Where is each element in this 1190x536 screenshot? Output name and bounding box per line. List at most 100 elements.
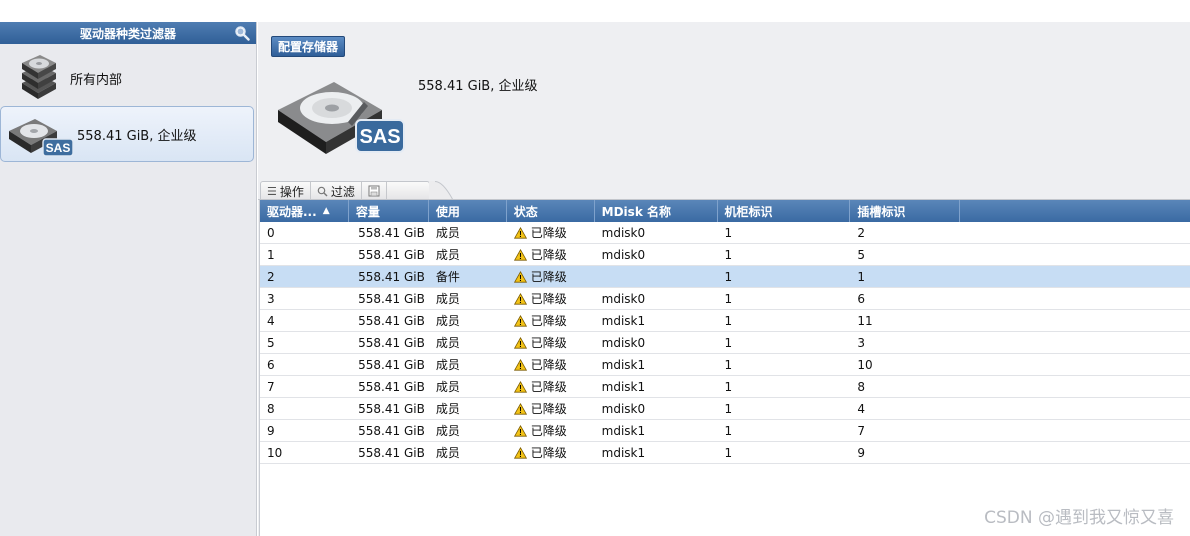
warning-icon: ! (513, 248, 527, 261)
cell-enclosure: 1 (724, 225, 733, 240)
cell-use: 备件 (435, 270, 460, 284)
filter-button[interactable]: 过滤 (311, 182, 362, 200)
drive-detail-panel: 配置存储器 SAS 558.41 GiB, 企业级 ☰ 操作 过滤 驱动器...… (258, 22, 1190, 536)
table-row[interactable]: 9 558.41 GiB 成员 ! 已降级 mdisk1 1 7 (260, 420, 1190, 442)
table-row[interactable]: 3 558.41 GiB 成员 ! 已降级 mdisk0 1 6 (260, 288, 1190, 310)
cell-id: 7 (267, 379, 275, 394)
cell-capacity: 558.41 GiB (358, 269, 425, 284)
cell-mdisk (595, 266, 718, 287)
drives-table: 驱动器... ▲ 容量 使用 状态 MDisk 名称 机柜标识 插槽标识 0 55… (259, 200, 1190, 536)
save-button[interactable] (362, 182, 387, 200)
column-header-drive-id[interactable]: 驱动器... ▲ (260, 200, 349, 222)
cell-enclosure: 1 (724, 313, 733, 328)
cell-status: ! 已降级 (507, 420, 595, 441)
search-icon[interactable] (234, 25, 250, 41)
table-toolbar: ☰ 操作 过滤 (260, 181, 453, 200)
cell-mdisk: mdisk1 (601, 313, 646, 328)
cell-id: 9 (267, 423, 275, 438)
configure-storage-button[interactable]: 配置存储器 (271, 36, 346, 57)
cell-empty (960, 354, 1190, 375)
list-icon: ☰ (267, 184, 277, 198)
hard-drive-sas-icon: SAS (278, 82, 405, 154)
warning-icon: ! (513, 336, 527, 349)
svg-text:!: ! (519, 406, 522, 415)
cell-id: 6 (267, 357, 275, 372)
warning-icon: ! (513, 314, 527, 327)
table-row[interactable]: 6 558.41 GiB 成员 ! 已降级 mdisk1 1 10 (260, 354, 1190, 376)
cell-mdisk: mdisk0 (601, 401, 646, 416)
table-row[interactable]: 10 558.41 GiB 成员 ! 已降级 mdisk1 1 9 (260, 442, 1190, 464)
filter-item-all-internal[interactable]: 所有内部 (0, 50, 255, 106)
svg-text:!: ! (519, 230, 522, 239)
svg-text:!: ! (519, 296, 522, 305)
cell-capacity: 558.41 GiB (358, 335, 425, 350)
cell-use: 成员 (435, 336, 460, 350)
filter-icon (317, 186, 328, 196)
cell-empty (960, 376, 1190, 397)
table-row[interactable]: 5 558.41 GiB 成员 ! 已降级 mdisk0 1 3 (260, 332, 1190, 354)
cell-slot: 4 (857, 401, 866, 416)
hard-drive-sas-icon: SAS (5, 109, 77, 159)
sas-badge-text: SAS (46, 141, 71, 155)
cell-status: ! 已降级 (507, 266, 595, 287)
table-row[interactable]: 4 558.41 GiB 成员! 已降级 mdisk1 1 11 (260, 310, 1190, 332)
cell-empty (960, 266, 1190, 287)
cell-enclosure: 1 (724, 401, 733, 416)
column-header-mdisk-name[interactable]: MDisk 名称 (595, 200, 718, 222)
warning-icon: ! (513, 358, 527, 371)
cell-id: 8 (267, 401, 275, 416)
cell-capacity: 558.41 GiB (358, 291, 425, 306)
cell-slot: 3 (857, 335, 866, 350)
column-header-enclosure-id[interactable]: 机柜标识 (718, 200, 851, 222)
cell-status: ! 已降级 (507, 376, 595, 397)
cell-capacity: 558.41 GiB (358, 313, 425, 328)
cell-status: ! 已降级 (507, 354, 595, 375)
storage-drives-window: 驱动器种类过滤器 所有内部 SAS 558.41 GiB, 企业级 配置存储器 … (0, 0, 1190, 536)
svg-text:!: ! (519, 428, 522, 437)
column-header-capacity[interactable]: 容量 (349, 200, 429, 222)
cell-id: 0 (267, 225, 275, 240)
cell-id: 10 (267, 445, 283, 460)
cell-use: 成员 (435, 314, 460, 328)
filter-label: 过滤 (330, 184, 355, 199)
filter-panel-header: 驱动器种类过滤器 (0, 22, 256, 44)
table-row[interactable]: 8 558.41 GiB 成员 ! 已降级 mdisk0 1 4 (260, 398, 1190, 420)
sort-ascending-icon: ▲ (322, 206, 330, 216)
column-header-status[interactable]: 状态 (507, 200, 595, 222)
filter-item-label: 558.41 GiB, 企业级 (77, 128, 197, 144)
cell-enclosure: 1 (724, 423, 733, 438)
save-icon (368, 185, 380, 197)
cell-mdisk: mdisk0 (601, 291, 646, 306)
cell-slot: 7 (857, 423, 866, 438)
table-row[interactable]: 0 558.41 GiB 成员 ! 已降级 mdisk0 1 2 (260, 222, 1190, 244)
svg-text:!: ! (519, 252, 522, 261)
cell-enclosure: 1 (724, 291, 733, 306)
cell-id: 5 (267, 335, 275, 350)
table-row[interactable]: 7 558.41 GiB 成员 ! 已降级 mdisk1 1 8 (260, 376, 1190, 398)
cell-status: ! 已降级 (507, 288, 595, 309)
warning-icon: ! (513, 402, 527, 415)
cell-id: 3 (267, 291, 275, 306)
table-row[interactable]: 2 558.41 GiB 备件 ! 已降级 1 1 (260, 266, 1190, 288)
cell-id: 2 (267, 269, 275, 284)
svg-text:!: ! (519, 274, 522, 283)
cell-use: 成员 (435, 358, 460, 372)
filter-item-sas-enterprise[interactable]: SAS 558.41 GiB, 企业级 (0, 106, 254, 162)
warning-icon: ! (513, 446, 527, 459)
warning-icon: ! (513, 270, 527, 283)
table-row[interactable]: 1 558.41 GiB 成员 ! 已降级 mdisk0 1 5 (260, 244, 1190, 266)
cell-mdisk: mdisk1 (601, 445, 646, 460)
svg-text:!: ! (519, 318, 522, 327)
cell-status: ! 已降级 (507, 244, 595, 265)
column-header-slot-id[interactable]: 插槽标识 (850, 200, 961, 222)
watermark: CSDN @遇到我又惊又喜 (984, 508, 1174, 528)
column-header-empty (960, 200, 1190, 222)
cell-empty (960, 332, 1190, 353)
cell-mdisk: mdisk0 (601, 225, 646, 240)
actions-menu[interactable]: ☰ 操作 (261, 182, 311, 200)
column-header-use[interactable]: 使用 (429, 200, 507, 222)
sas-badge-text: SAS (359, 126, 400, 148)
cell-slot: 10 (857, 357, 873, 372)
drive-summary: 558.41 GiB, 企业级 (418, 79, 538, 94)
cell-capacity: 558.41 GiB (358, 379, 425, 394)
